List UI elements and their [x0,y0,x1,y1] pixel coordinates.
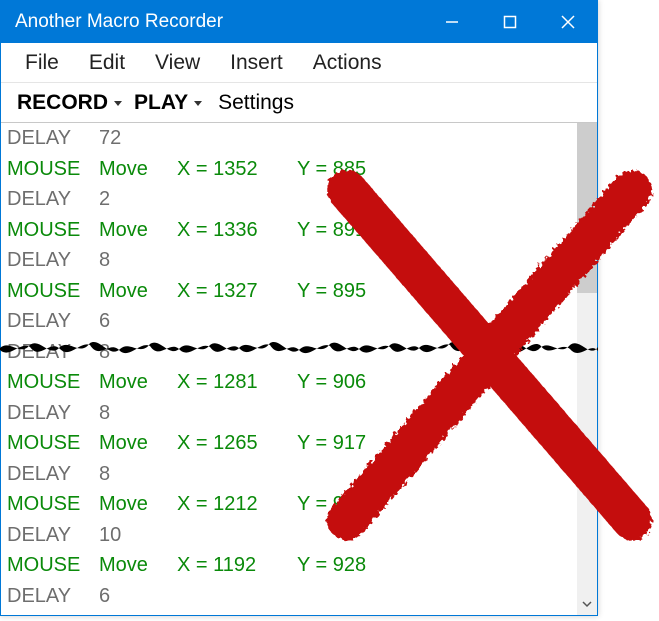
event-value: 8 [99,403,177,423]
event-row[interactable]: DELAY6 [1,581,577,612]
event-action: Move [99,555,177,575]
menu-insert[interactable]: Insert [216,47,297,79]
event-action: Move [99,220,177,240]
event-y: Y = 906 [297,372,417,392]
event-type: DELAY [7,128,99,148]
event-row[interactable]: MOUSEMoveX = 1192Y = 928 [1,550,577,581]
event-y: Y = 928 [297,555,417,575]
event-action: Move [99,494,177,514]
event-row[interactable]: MOUSEMoveX = 1352Y = 885 [1,154,577,185]
event-row[interactable]: MOUSEMoveX = 1265Y = 917 [1,428,577,459]
menu-actions[interactable]: Actions [299,47,396,79]
event-value: 10 [99,525,177,545]
event-row[interactable]: DELAY10 [1,520,577,551]
event-value: 8 [99,342,177,362]
event-x: X = 1265 [177,433,297,453]
event-row[interactable]: DELAY72 [1,123,577,154]
event-type: MOUSE [7,159,99,179]
event-type: DELAY [7,189,99,209]
event-y: Y = 917 [297,433,417,453]
event-x: X = 1336 [177,220,297,240]
event-list-container: DELAY72MOUSEMoveX = 1352Y = 885DELAY2MOU… [1,123,597,615]
event-row[interactable]: MOUSEMoveX = 1336Y = 891 [1,215,577,246]
event-x: X = 1281 [177,372,297,392]
menu-edit[interactable]: Edit [75,47,139,79]
event-action: Move [99,281,177,301]
event-type: DELAY [7,525,99,545]
menu-file[interactable]: File [11,47,73,79]
event-type: MOUSE [7,372,99,392]
event-y: Y = 923 [297,494,417,514]
record-button[interactable]: RECORD [11,89,114,117]
vertical-scrollbar[interactable] [577,123,597,615]
scrollbar-thumb[interactable] [577,123,597,293]
event-x: X = 1192 [177,555,297,575]
event-row[interactable]: DELAY6 [1,306,577,337]
event-row[interactable]: MOUSEMoveX = 1212Y = 923 [1,489,577,520]
record-dropdown-icon[interactable] [114,99,128,107]
event-action: Move [99,433,177,453]
toolbar: RECORD PLAY Settings [1,83,597,123]
event-x: X = 1212 [177,494,297,514]
event-row[interactable]: DELAY2 [1,184,577,215]
event-value: 8 [99,464,177,484]
event-type: DELAY [7,586,99,606]
event-y: Y = 885 [297,159,417,179]
play-button[interactable]: PLAY [128,89,194,117]
scroll-down-icon[interactable] [577,595,597,613]
event-type: DELAY [7,403,99,423]
titlebar: Another Macro Recorder [1,1,597,43]
event-value: 6 [99,586,177,606]
event-row[interactable]: DELAY8 [1,337,577,368]
event-y: Y = 891 [297,220,417,240]
event-value: 72 [99,128,177,148]
event-row[interactable]: DELAY8 [1,398,577,429]
event-value: 6 [99,311,177,331]
event-action: Move [99,372,177,392]
event-row[interactable]: MOUSEMoveX = 1281Y = 906 [1,367,577,398]
play-dropdown-icon[interactable] [194,99,208,107]
event-type: MOUSE [7,433,99,453]
event-type: DELAY [7,250,99,270]
event-type: DELAY [7,464,99,484]
event-type: DELAY [7,311,99,331]
event-row[interactable]: MOUSEMoveX = 1327Y = 895 [1,276,577,307]
event-row[interactable]: DELAY8 [1,459,577,490]
event-type: MOUSE [7,494,99,514]
event-x: X = 1327 [177,281,297,301]
event-type: DELAY [7,342,99,362]
settings-button[interactable]: Settings [210,89,302,117]
event-x: X = 1352 [177,159,297,179]
event-value: 8 [99,250,177,270]
event-row[interactable]: DELAY8 [1,245,577,276]
event-action: Move [99,159,177,179]
menu-view[interactable]: View [141,47,214,79]
menubar: File Edit View Insert Actions [1,43,597,83]
app-window: Another Macro Recorder File Edit View In… [0,0,598,616]
event-type: MOUSE [7,220,99,240]
event-type: MOUSE [7,555,99,575]
close-button[interactable] [539,1,597,43]
maximize-button[interactable] [481,1,539,43]
event-y: Y = 895 [297,281,417,301]
event-type: MOUSE [7,281,99,301]
minimize-button[interactable] [423,1,481,43]
window-title: Another Macro Recorder [1,11,423,33]
event-list[interactable]: DELAY72MOUSEMoveX = 1352Y = 885DELAY2MOU… [1,123,577,615]
event-value: 2 [99,189,177,209]
